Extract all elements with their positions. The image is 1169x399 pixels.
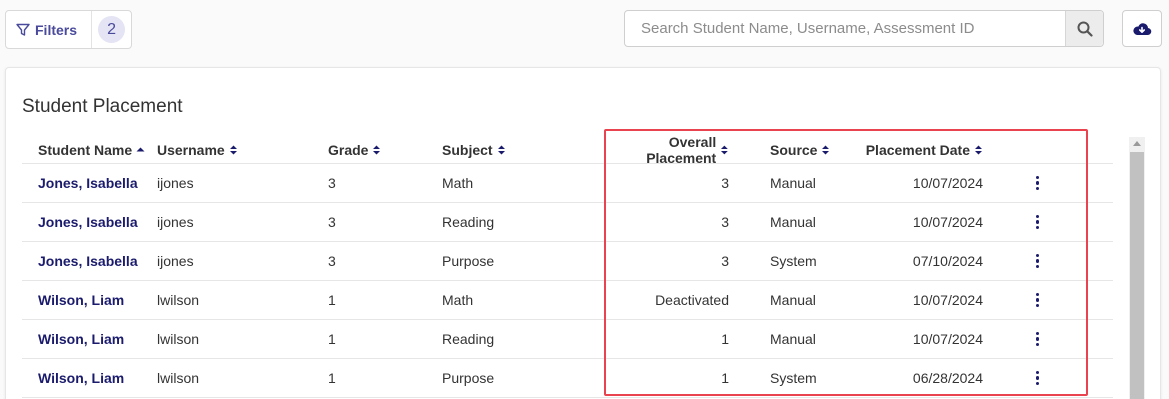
subject-cell: Reading <box>442 214 495 230</box>
column-header-username[interactable]: Username <box>157 142 328 158</box>
column-header-subject[interactable]: Subject <box>442 142 598 158</box>
placement-date-cell: 10/07/2024 <box>912 331 983 347</box>
overall-placement-cell: 1 <box>721 370 729 386</box>
sort-icon <box>822 145 830 154</box>
placement-date-cell: 10/07/2024 <box>912 292 983 308</box>
grade-cell: 1 <box>328 370 336 386</box>
sort-icon <box>721 145 729 154</box>
grade-cell: 3 <box>328 253 336 269</box>
more-options-icon[interactable] <box>1035 253 1039 269</box>
toolbar: Filters 2 <box>0 0 1169 62</box>
username-cell: lwilson <box>157 331 200 347</box>
search-icon <box>1077 21 1093 37</box>
row-actions <box>1009 292 1052 308</box>
table-row: Jones, Isabella ijones 3 Math 3 Manual 1… <box>22 164 1113 203</box>
more-options-icon[interactable] <box>1035 292 1039 308</box>
username-cell: lwilson <box>157 292 200 308</box>
scroll-thumb[interactable] <box>1130 152 1144 399</box>
subject-cell: Purpose <box>442 370 495 386</box>
student-name-link[interactable]: Wilson, Liam <box>22 292 157 308</box>
more-options-icon[interactable] <box>1035 370 1039 386</box>
download-button[interactable] <box>1122 10 1162 47</box>
subject-cell: Reading <box>442 331 495 347</box>
column-header-placement-date[interactable]: Placement Date <box>844 142 1009 158</box>
overall-placement-cell: 1 <box>721 331 729 347</box>
placement-date-cell: 06/28/2024 <box>912 370 983 386</box>
sort-icon <box>373 145 381 154</box>
subject-cell: Purpose <box>442 253 495 269</box>
student-name-link[interactable]: Jones, Isabella <box>22 214 157 230</box>
filters-control: Filters 2 <box>5 10 132 49</box>
more-options-icon[interactable] <box>1035 331 1039 347</box>
source-cell: System <box>770 370 817 386</box>
filters-button[interactable]: Filters <box>6 11 93 48</box>
search-box <box>624 10 1104 47</box>
placement-date-cell: 07/10/2024 <box>912 253 983 269</box>
placement-date-cell: 10/07/2024 <box>912 175 983 191</box>
column-header-overall-placement[interactable]: Overall Placement <box>598 134 739 166</box>
subject-cell: Math <box>442 292 474 308</box>
row-actions <box>1009 331 1052 347</box>
overall-placement-cell: 3 <box>721 175 729 191</box>
table-row: Wilson, Liam lwilson 1 Purpose 1 System … <box>22 359 1113 398</box>
overall-placement-cell: 3 <box>721 214 729 230</box>
cloud-download-icon <box>1133 22 1152 35</box>
grade-cell: 1 <box>328 292 336 308</box>
source-cell: System <box>770 253 817 269</box>
sort-icon <box>975 145 982 154</box>
student-name-link[interactable]: Jones, Isabella <box>22 253 157 269</box>
student-name-link[interactable]: Wilson, Liam <box>22 370 157 386</box>
source-cell: Manual <box>770 175 816 191</box>
table-row: Wilson, Liam lwilson 1 Reading 1 Manual … <box>22 320 1113 359</box>
row-actions <box>1009 175 1052 191</box>
filters-count-badge: 2 <box>98 16 126 43</box>
more-options-icon[interactable] <box>1035 175 1039 191</box>
student-placement-table: Student Name Username Grade Subject Over… <box>22 134 1113 398</box>
grade-cell: 1 <box>328 331 336 347</box>
username-cell: ijones <box>157 214 194 230</box>
table-row: Wilson, Liam lwilson 1 Math Deactivated … <box>22 281 1113 320</box>
student-name-link[interactable]: Wilson, Liam <box>22 331 157 347</box>
filters-label: Filters <box>35 21 78 38</box>
source-cell: Manual <box>770 214 816 230</box>
username-cell: ijones <box>157 253 194 269</box>
sort-icon <box>497 145 505 154</box>
grade-cell: 3 <box>328 175 336 191</box>
placement-date-cell: 10/07/2024 <box>912 214 983 230</box>
column-header-student-name[interactable]: Student Name <box>22 142 157 158</box>
column-header-source[interactable]: Source <box>739 142 844 158</box>
student-name-link[interactable]: Jones, Isabella <box>22 175 157 191</box>
source-cell: Manual <box>770 292 816 308</box>
username-cell: lwilson <box>157 370 200 386</box>
source-cell: Manual <box>770 331 816 347</box>
filter-icon <box>16 23 30 36</box>
row-actions <box>1009 214 1052 230</box>
table-row: Jones, Isabella ijones 3 Reading 3 Manua… <box>22 203 1113 242</box>
table-header: Student Name Username Grade Subject Over… <box>22 134 1113 166</box>
row-actions <box>1009 370 1052 386</box>
student-placement-card: Student Placement Student Name Username … <box>5 67 1161 399</box>
subject-cell: Math <box>442 175 474 191</box>
card-title: Student Placement <box>22 96 183 117</box>
table-scrollbar[interactable] <box>1129 137 1145 399</box>
column-header-grade[interactable]: Grade <box>328 142 442 158</box>
sort-ascending-icon <box>136 147 145 152</box>
more-options-icon[interactable] <box>1035 214 1039 230</box>
overall-placement-cell: Deactivated <box>655 292 729 308</box>
grade-cell: 3 <box>328 214 336 230</box>
username-cell: ijones <box>157 175 194 191</box>
search-input[interactable] <box>625 11 1065 46</box>
sort-icon <box>229 145 237 154</box>
overall-placement-cell: 3 <box>721 253 729 269</box>
table-row: Jones, Isabella ijones 3 Purpose 3 Syste… <box>22 242 1113 281</box>
scroll-up-arrow-icon[interactable] <box>1133 141 1141 146</box>
row-actions <box>1009 253 1052 269</box>
search-button[interactable] <box>1065 11 1103 46</box>
